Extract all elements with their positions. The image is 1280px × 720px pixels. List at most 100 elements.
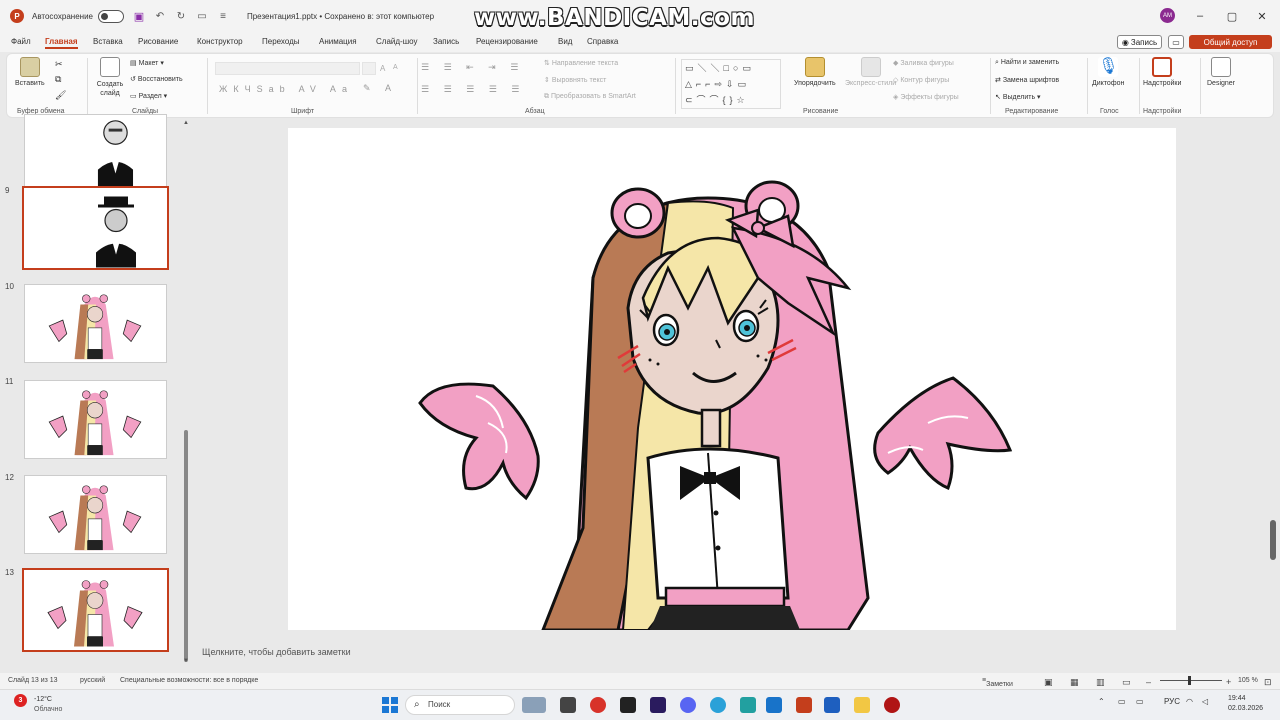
addins-button[interactable]: Надстройки <box>1143 57 1181 87</box>
windows-start-icon[interactable] <box>382 697 398 713</box>
reading-view-icon[interactable]: ▥ <box>1096 677 1105 688</box>
redo-icon[interactable]: ↻ <box>175 10 187 22</box>
share-button[interactable]: Общий доступ <box>1189 35 1272 49</box>
keyboard-language[interactable]: РУС <box>1164 697 1180 706</box>
chrome-icon[interactable] <box>590 697 606 713</box>
slide-thumbnail-11[interactable] <box>24 380 167 459</box>
paint-icon[interactable] <box>766 697 782 713</box>
copy-icon[interactable]: ⧉ <box>55 74 61 85</box>
align-text-button[interactable]: ⇕ Выровнять текст <box>544 76 606 84</box>
slide-thumbnail-10[interactable] <box>24 284 167 363</box>
font-size-box[interactable] <box>362 62 376 75</box>
tab-home[interactable]: Главная <box>45 37 78 49</box>
weather-badge[interactable]: 3 <box>14 694 27 707</box>
zoom-slider-knob[interactable] <box>1188 676 1191 685</box>
highlight-icon[interactable]: ✎ <box>363 83 371 94</box>
slide-sorter-icon[interactable]: ▦ <box>1070 677 1079 688</box>
comment-icon[interactable]: ▭ <box>1168 35 1184 49</box>
grow-font-icon[interactable]: A <box>380 64 385 73</box>
maximize-icon[interactable]: ▢ <box>1224 8 1240 24</box>
tab-insert[interactable]: Вставка <box>93 37 123 46</box>
new-slide-button[interactable]: Создать слайд <box>93 57 127 98</box>
tray-app-icon[interactable]: ▭ <box>1136 697 1144 706</box>
tab-transitions[interactable]: Переходы <box>262 37 300 46</box>
tray-app-icon[interactable]: ▭ <box>1118 697 1126 706</box>
bold-button[interactable]: Ж <box>219 84 233 94</box>
find-button[interactable]: ⌕ Найти и заменить <box>995 59 1059 67</box>
cut-icon[interactable]: ✂ <box>55 59 63 70</box>
layout-button[interactable]: ▤ Макет ▾ <box>130 59 164 67</box>
shape-effects-button[interactable]: ◈ Эффекты фигуры <box>893 93 959 101</box>
tab-help[interactable]: Справка <box>587 37 618 46</box>
quick-styles-button[interactable]: Экспресс-стили <box>845 57 896 87</box>
shape-outline-button[interactable]: ◇ Контур фигуры <box>893 76 949 84</box>
record-button[interactable]: ◉ Запись <box>1117 35 1162 49</box>
bandicam-icon[interactable] <box>884 697 900 713</box>
telegram-icon[interactable] <box>710 697 726 713</box>
clock-time[interactable]: 19:44 <box>1228 695 1246 702</box>
capcut-icon[interactable] <box>620 697 636 713</box>
zoom-level[interactable]: 105 % <box>1238 677 1258 684</box>
customize-quick-access-icon[interactable]: ≡ <box>217 10 229 22</box>
fit-slide-icon[interactable]: ⊡ <box>1264 677 1272 688</box>
zoom-slider[interactable] <box>1160 680 1222 681</box>
task-view-icon[interactable] <box>560 697 576 713</box>
slide-thumbnail-8[interactable] <box>24 114 167 193</box>
scrollbar-thumb[interactable] <box>184 430 188 662</box>
reset-button[interactable]: ↺ Восстановить <box>130 75 183 83</box>
slide-thumbnail-13[interactable] <box>22 568 169 652</box>
format-painter-icon[interactable]: 🖌 <box>55 90 66 101</box>
paste-button[interactable]: Вставить <box>15 57 45 87</box>
tab-design[interactable]: Конструктор <box>197 37 243 46</box>
media-player-icon[interactable] <box>740 697 756 713</box>
powerpoint-taskbar-icon[interactable] <box>796 697 812 713</box>
strikethrough-button[interactable]: S <box>257 84 269 94</box>
file-explorer-icon[interactable] <box>854 697 870 713</box>
autosave-toggle[interactable] <box>97 9 124 23</box>
taskbar-search-box[interactable]: ⌕ Поиск <box>405 695 515 715</box>
font-color-icon[interactable]: A <box>385 83 391 93</box>
italic-button[interactable]: К <box>233 84 244 94</box>
tab-view[interactable]: Вид <box>558 37 572 46</box>
zoom-in-icon[interactable]: + <box>1226 677 1231 687</box>
section-button[interactable]: ▭ Раздел ▾ <box>130 92 167 100</box>
shapes-gallery[interactable]: ▭＼＼□○▭ △⌐⌐⇨⇩▭ ⊂⌒⌒{}☆ <box>681 59 781 109</box>
slide-scrollbar-thumb[interactable] <box>1270 520 1276 560</box>
widgets-icon[interactable] <box>522 697 546 713</box>
scroll-down-icon[interactable]: ▼ <box>182 658 190 664</box>
font-name-box[interactable] <box>215 62 360 75</box>
slide-thumbnail-12[interactable] <box>24 475 167 554</box>
minimize-icon[interactable]: – <box>1192 8 1208 24</box>
scroll-up-icon[interactable]: ▲ <box>182 120 190 126</box>
volume-icon[interactable]: ◁ <box>1202 697 1208 706</box>
close-icon[interactable]: ✕ <box>1254 8 1270 24</box>
shrink-font-icon[interactable]: A <box>393 64 398 71</box>
premiere-icon[interactable] <box>650 697 666 713</box>
shape-fill-button[interactable]: ◆ Заливка фигуры <box>893 59 954 67</box>
accessibility-status[interactable]: Специальные возможности: все в порядке <box>120 677 258 684</box>
tab-draw[interactable]: Рисование <box>138 37 178 46</box>
arrange-button[interactable]: Упорядочить <box>794 57 836 87</box>
tab-review[interactable]: Рецензирование <box>476 37 538 46</box>
language-indicator[interactable]: русский <box>80 677 105 684</box>
save-icon[interactable]: ▣ <box>133 10 145 23</box>
thumbnails-scrollbar[interactable]: ▲ ▼ <box>182 120 190 666</box>
slideshow-view-icon[interactable]: ▭ <box>1122 677 1131 688</box>
notes-button[interactable]: ≡ Заметки <box>982 677 1013 688</box>
zoom-out-icon[interactable]: – <box>1146 677 1151 687</box>
avatar[interactable]: AM <box>1160 8 1175 23</box>
present-icon[interactable]: ▭ <box>196 10 208 22</box>
select-button[interactable]: ↖ Выделить ▾ <box>995 93 1041 101</box>
replace-fonts-button[interactable]: ⇄ Замена шрифтов <box>995 76 1059 84</box>
tab-animations[interactable]: Анимация <box>319 37 357 46</box>
underline-button[interactable]: Ч <box>245 84 257 94</box>
discord-icon[interactable] <box>680 697 696 713</box>
tray-overflow-icon[interactable]: ⌃ <box>1098 697 1105 706</box>
tab-file[interactable]: Файл <box>11 37 31 46</box>
girl-drawing[interactable] <box>288 128 1176 630</box>
dictate-button[interactable]: 🎙 Диктофон <box>1092 57 1124 87</box>
tab-slideshow[interactable]: Слайд-шоу <box>376 37 417 46</box>
wifi-icon[interactable]: ◠ <box>1186 697 1193 706</box>
slide-thumbnail-9[interactable] <box>22 186 169 270</box>
normal-view-icon[interactable]: ▣ <box>1044 677 1053 688</box>
